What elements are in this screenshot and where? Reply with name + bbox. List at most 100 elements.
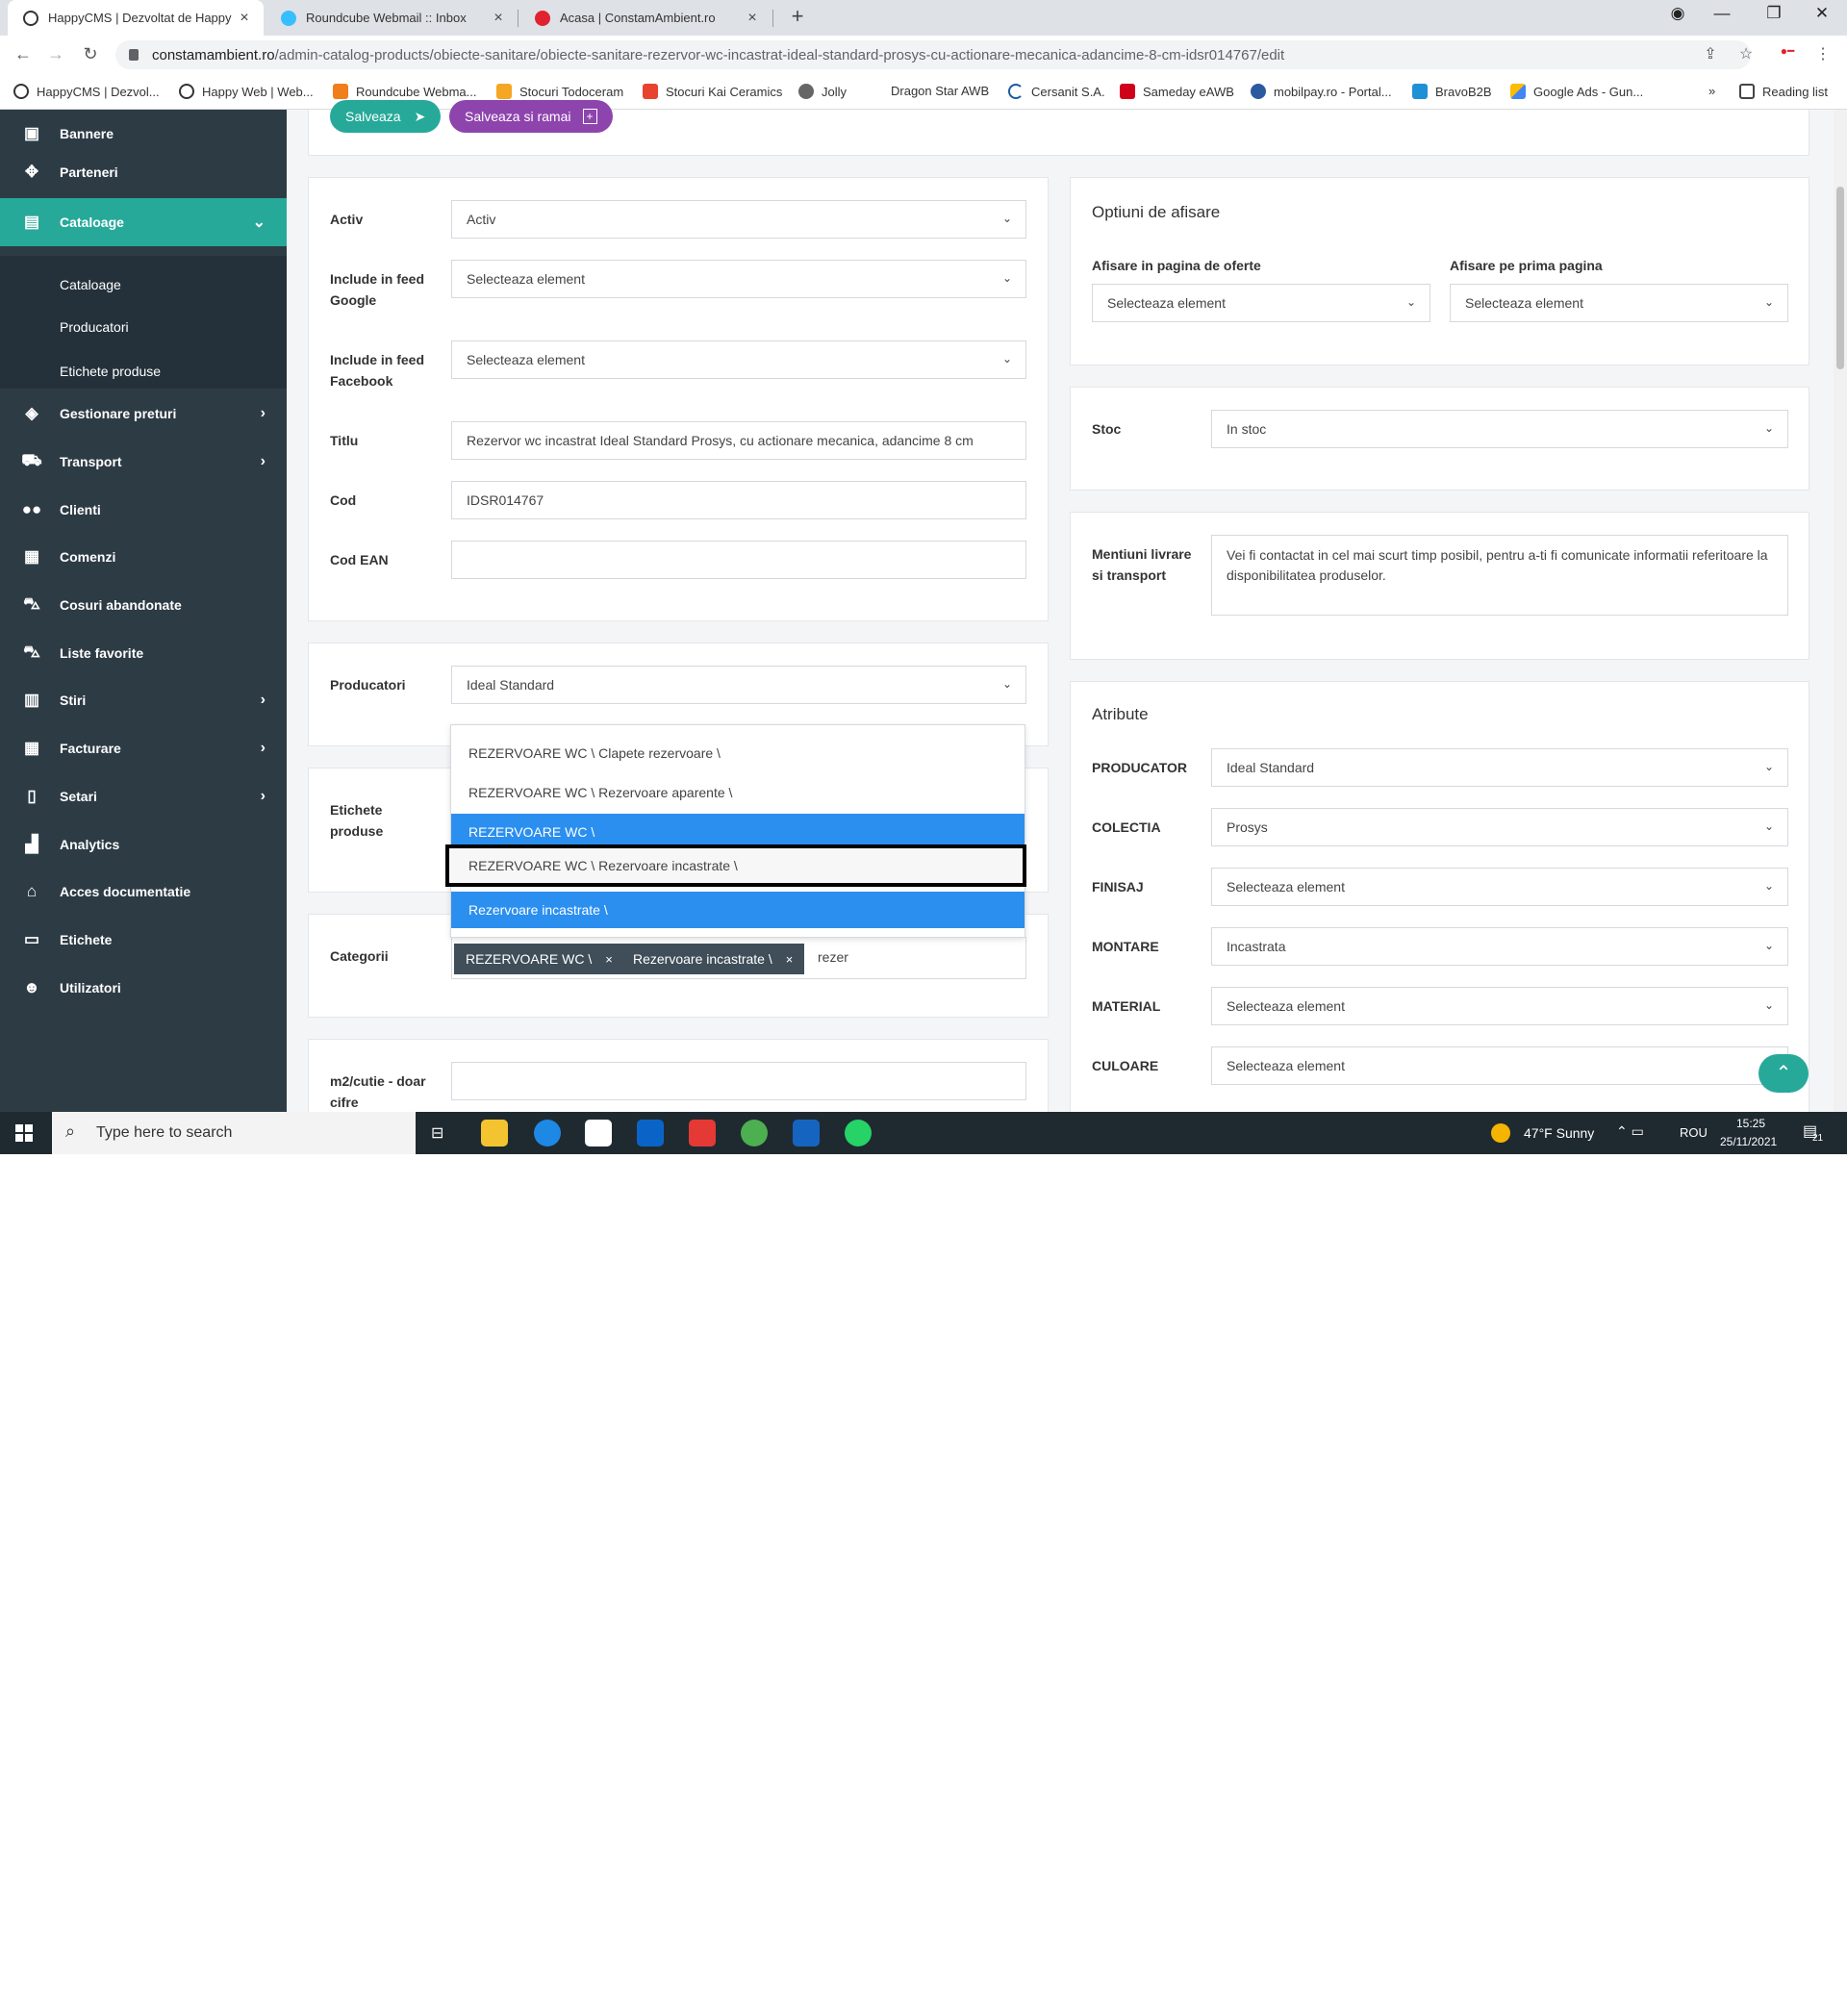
mail-icon[interactable] bbox=[793, 1120, 820, 1147]
facebook-feed-select[interactable]: Selecteaza element ⌄ bbox=[451, 340, 1026, 379]
anydesk-icon[interactable] bbox=[689, 1120, 716, 1147]
bookmark-star-icon[interactable]: ☆ bbox=[1733, 44, 1758, 63]
close-window-icon[interactable]: ✕ bbox=[1803, 4, 1841, 23]
sidebar-item-stiri[interactable]: ▥ Stiri › bbox=[0, 676, 287, 724]
save-stay-button[interactable]: Salveaza si ramai + bbox=[449, 100, 613, 133]
scrollbar-thumb[interactable] bbox=[1836, 187, 1844, 369]
bookmark-item[interactable]: Stocuri Todoceram bbox=[496, 84, 623, 99]
bookmark-item[interactable]: Happy Web | Web... bbox=[179, 84, 314, 99]
sidebar-item-clienti[interactable]: ●● Clienti bbox=[0, 486, 287, 534]
bookmark-item[interactable]: Cersanit S.A. bbox=[1008, 84, 1105, 99]
attribute-select[interactable]: Ideal Standard ⌄ bbox=[1211, 748, 1788, 787]
sidebar-item-transport[interactable]: ⛟ Transport › bbox=[0, 438, 287, 486]
prima-pagina-label: Afisare pe prima pagina bbox=[1450, 258, 1603, 273]
dropdown-option-selected[interactable]: Rezervoare incastrate \ bbox=[451, 892, 1025, 928]
oferte-select[interactable]: Selecteaza element ⌄ bbox=[1092, 284, 1430, 322]
taskbar-search-input[interactable]: ⌕ Type here to search bbox=[52, 1112, 416, 1154]
attribute-select[interactable]: Selecteaza element ⌄ bbox=[1211, 868, 1788, 906]
sidebar-item-gestionare-preturi[interactable]: ◈ Gestionare preturi › bbox=[0, 390, 287, 438]
reading-list-button[interactable]: Reading list bbox=[1739, 84, 1828, 99]
menu-dots-icon[interactable]: ⋮ bbox=[1810, 44, 1835, 63]
activ-select[interactable]: Activ ⌄ bbox=[451, 200, 1026, 239]
attribute-select[interactable]: Incastrata ⌄ bbox=[1211, 927, 1788, 966]
new-tab-button[interactable]: + bbox=[783, 4, 812, 29]
submenu-item-etichete-produse[interactable]: Etichete produse bbox=[60, 364, 161, 379]
whatsapp-icon[interactable] bbox=[845, 1120, 872, 1147]
sidebar-item-setari[interactable]: ▯ Setari › bbox=[0, 772, 287, 820]
back-icon[interactable]: ← bbox=[10, 44, 37, 64]
edge-icon[interactable] bbox=[534, 1120, 561, 1147]
close-tab-icon[interactable]: × bbox=[233, 10, 256, 27]
submenu-item-producatori[interactable]: Producatori bbox=[60, 319, 129, 335]
extension-icon[interactable]: ●━ bbox=[1775, 44, 1800, 58]
save-button[interactable]: Salveaza ➤ bbox=[330, 100, 442, 133]
close-tab-icon[interactable]: × bbox=[741, 10, 764, 27]
google-feed-select[interactable]: Selecteaza element ⌄ bbox=[451, 260, 1026, 298]
tab-title: Roundcube Webmail :: Inbox bbox=[306, 11, 467, 25]
producatori-select[interactable]: Ideal Standard ⌄ bbox=[451, 666, 1026, 704]
ean-input[interactable] bbox=[451, 541, 1026, 579]
page-scrollbar[interactable] bbox=[1834, 110, 1847, 1112]
bookmark-item[interactable]: Sameday eAWB bbox=[1120, 84, 1234, 99]
dropdown-option[interactable]: REZERVOARE WC \ Clapete rezervoare \ bbox=[451, 735, 1025, 771]
chrome-icon[interactable] bbox=[741, 1120, 768, 1147]
task-view-icon[interactable]: ⊟ bbox=[431, 1123, 443, 1143]
attribute-select[interactable]: Prosys ⌄ bbox=[1211, 808, 1788, 846]
bookmark-item[interactable]: Dragon Star AWB bbox=[891, 84, 989, 98]
chip-remove-icon[interactable]: × bbox=[786, 952, 794, 967]
sidebar-item-analytics[interactable]: ▟ Analytics bbox=[0, 820, 287, 869]
tab-search-icon[interactable]: ◉ bbox=[1658, 4, 1697, 23]
m2-input[interactable] bbox=[451, 1062, 1026, 1100]
reload-icon[interactable]: ↻ bbox=[77, 44, 104, 64]
bookmark-item[interactable]: Jolly bbox=[798, 84, 847, 99]
share-icon[interactable]: ⇪ bbox=[1698, 44, 1723, 63]
close-tab-icon[interactable]: × bbox=[487, 10, 510, 27]
bookmark-item[interactable]: Stocuri Kai Ceramics bbox=[643, 84, 782, 99]
google-feed-label: Include in feed Google bbox=[330, 271, 425, 308]
weather-text[interactable]: 47°F Sunny bbox=[1524, 1125, 1594, 1141]
store-icon[interactable] bbox=[585, 1120, 612, 1147]
stock-select[interactable]: In stoc ⌄ bbox=[1211, 410, 1788, 448]
browser-tab-bar: HappyCMS | Dezvoltat de Happy × Roundcub… bbox=[0, 0, 1847, 36]
sidebar-item-cataloage[interactable]: ▤ Cataloage ⌄ bbox=[0, 198, 287, 246]
attribute-select[interactable]: Selecteaza element bbox=[1211, 1046, 1788, 1085]
paper-plane-icon: ➤ bbox=[414, 108, 426, 124]
sidebar-item-cosuri-abandonate[interactable]: ⛍ Cosuri abandonate bbox=[0, 581, 287, 629]
tab-happycms[interactable]: HappyCMS | Dezvoltat de Happy × bbox=[8, 0, 264, 36]
scroll-to-top-button[interactable]: ⌃ bbox=[1758, 1054, 1809, 1093]
categorii-tag-input[interactable]: REZERVOARE WC \ × Rezervoare incastrate \… bbox=[451, 937, 1026, 979]
chip-remove-icon[interactable]: × bbox=[605, 952, 613, 967]
sidebar-item-comenzi[interactable]: ▦ Comenzi bbox=[0, 533, 287, 581]
language-indicator[interactable]: ROU bbox=[1680, 1125, 1708, 1140]
titlu-input[interactable]: Rezervor wc incastrat Ideal Standard Pro… bbox=[451, 421, 1026, 460]
submenu-item-cataloage[interactable]: Cataloage bbox=[60, 277, 121, 292]
file-explorer-icon[interactable] bbox=[481, 1120, 508, 1147]
tab-constamambient[interactable]: Acasa | ConstamAmbient.ro × bbox=[519, 0, 772, 36]
sidebar-item-acces-documentatie[interactable]: ⌂ Acces documentatie bbox=[0, 868, 287, 916]
bookmark-item[interactable]: BravoB2B bbox=[1412, 84, 1492, 99]
sidebar-item-liste-favorite[interactable]: ⛍ Liste favorite bbox=[0, 629, 287, 677]
prima-pagina-select[interactable]: Selecteaza element ⌄ bbox=[1450, 284, 1788, 322]
bookmark-item[interactable]: mobilpay.ro - Portal... bbox=[1251, 84, 1392, 99]
bookmarks-more-icon[interactable]: » bbox=[1708, 84, 1715, 98]
sidebar-item-utilizatori[interactable]: ☻ Utilizatori bbox=[0, 964, 287, 1012]
bookmark-item[interactable]: Google Ads - Gun... bbox=[1510, 84, 1643, 99]
url-field[interactable]: constamambient.ro/admin-catalog-products… bbox=[115, 40, 1751, 69]
sidebar-item-facturare[interactable]: ▦ Facturare › bbox=[0, 724, 287, 772]
tab-roundcube[interactable]: Roundcube Webmail :: Inbox × bbox=[266, 0, 518, 36]
forward-icon[interactable]: → bbox=[42, 44, 69, 64]
tray-icons[interactable]: ⌃ ▭ bbox=[1616, 1123, 1644, 1140]
dropdown-option-focused[interactable]: REZERVOARE WC \ Rezervoare incastrate \ bbox=[445, 844, 1026, 887]
dropdown-option[interactable]: REZERVOARE WC \ Rezervoare aparente \ bbox=[451, 774, 1025, 811]
minimize-icon[interactable]: — bbox=[1703, 4, 1741, 23]
sidebar-item-etichete[interactable]: ▭ Etichete bbox=[0, 916, 287, 964]
windows-start-icon[interactable] bbox=[15, 1124, 33, 1142]
restore-icon[interactable]: ❐ bbox=[1755, 4, 1793, 23]
bookmark-item[interactable]: HappyCMS | Dezvol... bbox=[13, 84, 160, 99]
delivery-textarea[interactable]: Vei fi contactat in cel mai scurt timp p… bbox=[1211, 535, 1788, 616]
bookmark-item[interactable]: Roundcube Webma... bbox=[333, 84, 477, 99]
attribute-select[interactable]: Selecteaza element ⌄ bbox=[1211, 987, 1788, 1025]
outlook-icon[interactable] bbox=[637, 1120, 664, 1147]
cod-input[interactable]: IDSR014767 bbox=[451, 481, 1026, 519]
sidebar-item-parteneri[interactable]: ✥ Parteneri bbox=[0, 148, 287, 196]
